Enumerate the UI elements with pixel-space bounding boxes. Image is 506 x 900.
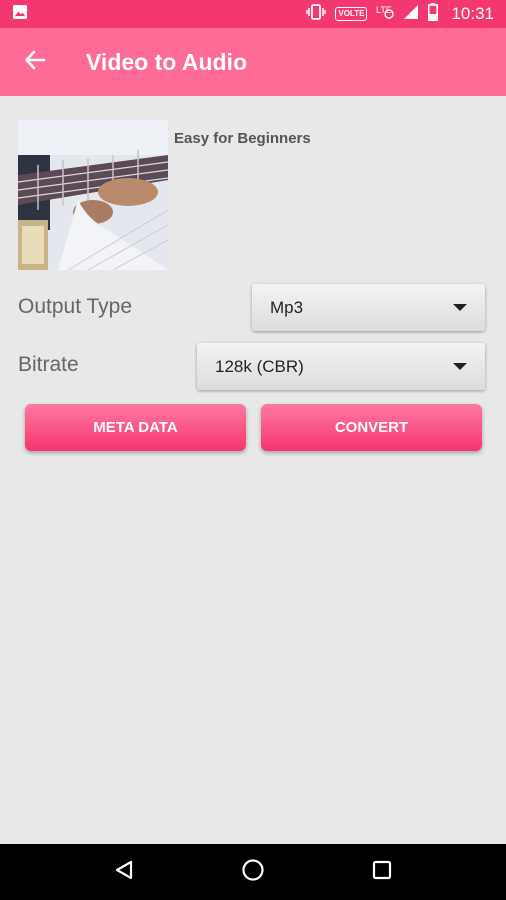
main-content: Easy for Beginners Output Type Mp3 Bitra… (0, 96, 506, 844)
back-triangle-icon[interactable] (113, 859, 135, 886)
home-circle-icon[interactable] (241, 858, 265, 887)
output-type-dropdown[interactable]: Mp3 (252, 284, 485, 331)
meta-data-button[interactable]: META DATA (25, 404, 246, 451)
navigation-bar (0, 844, 506, 900)
image-icon (12, 4, 28, 25)
data-saver-icon: LTE (376, 4, 395, 25)
app-bar: Video to Audio (0, 28, 506, 96)
signal-icon (403, 4, 419, 25)
bitrate-dropdown[interactable]: 128k (CBR) (197, 343, 485, 390)
dropdown-arrow-icon (453, 304, 467, 311)
output-type-label: Output Type (18, 295, 133, 318)
recents-square-icon[interactable] (371, 859, 393, 886)
vibrate-icon (306, 3, 327, 25)
back-button[interactable] (0, 28, 70, 96)
output-type-value: Mp3 (270, 297, 304, 317)
page-title: Video to Audio (86, 48, 247, 75)
video-thumbnail (18, 120, 168, 270)
bitrate-label: Bitrate (18, 353, 79, 376)
status-bar: VOLTE LTE 10:31 (0, 0, 506, 28)
arrow-back-icon (24, 49, 46, 76)
volte-icon: VOLTE (335, 7, 368, 21)
convert-button[interactable]: CONVERT (261, 404, 482, 451)
video-title: Easy for Beginners (174, 130, 311, 147)
dropdown-arrow-icon (453, 363, 467, 370)
bitrate-value: 128k (CBR) (215, 356, 304, 376)
status-time: 10:31 (451, 4, 494, 23)
battery-icon (428, 2, 439, 26)
